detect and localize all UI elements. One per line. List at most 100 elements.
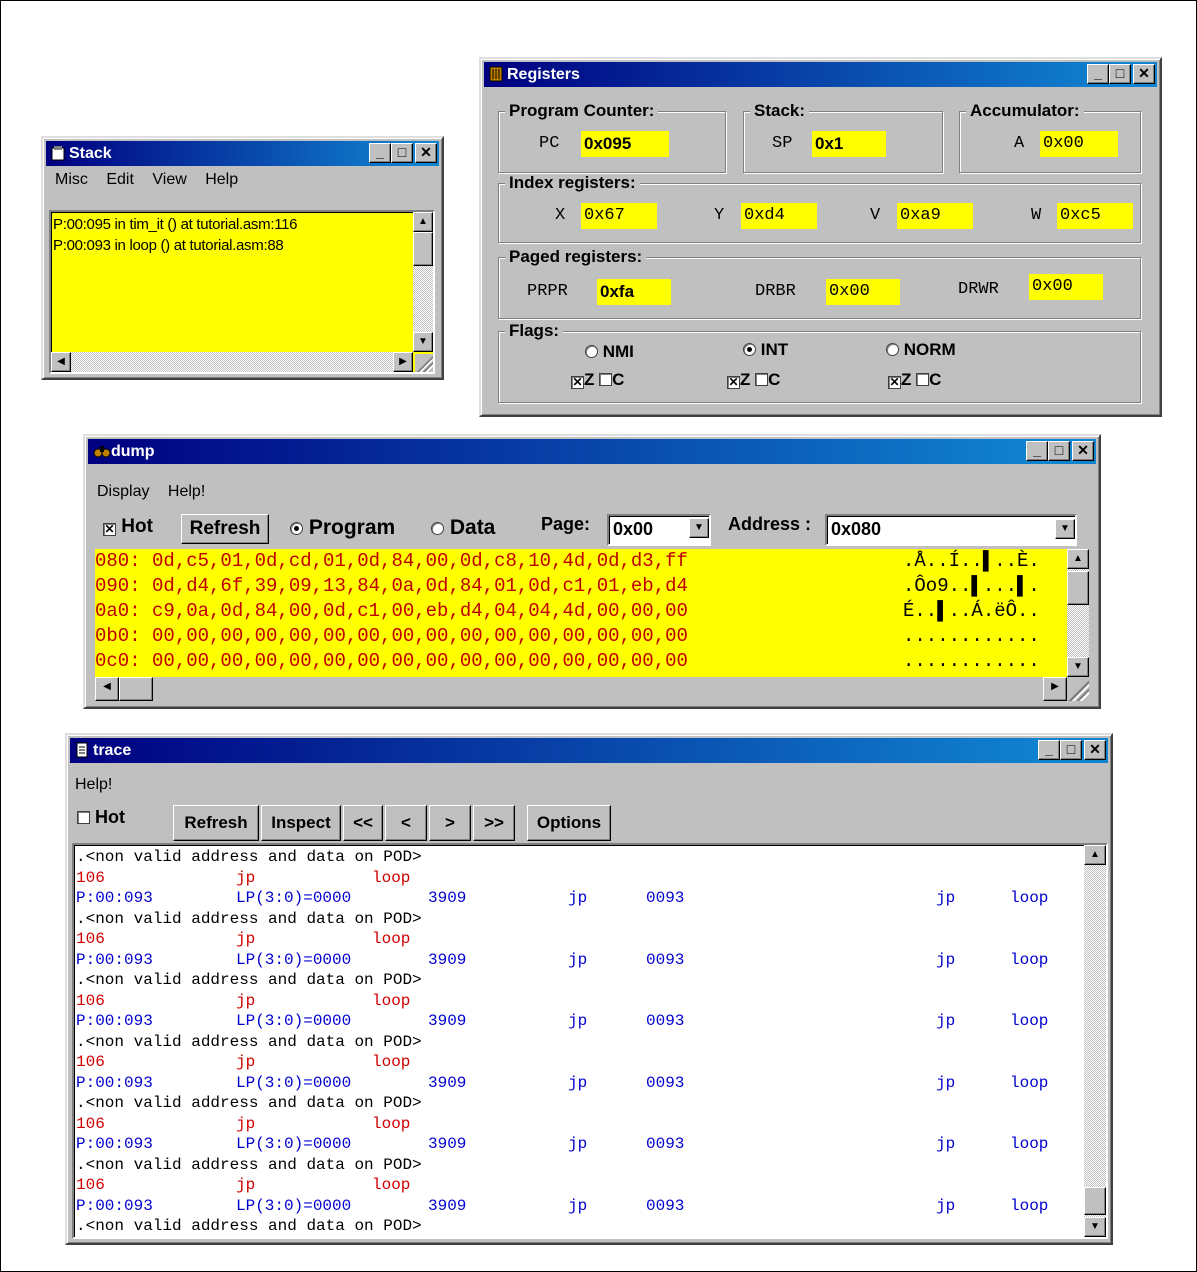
resize-grip-icon[interactable] xyxy=(1067,677,1089,701)
prpr-value[interactable]: 0xfa xyxy=(597,279,671,305)
resize-grip-icon[interactable] xyxy=(415,354,433,372)
trace-refresh-button[interactable]: Refresh xyxy=(173,805,259,841)
scroll-down-icon[interactable]: ▼ xyxy=(413,332,433,352)
radio-icon[interactable] xyxy=(431,522,444,535)
registers-titlebar[interactable]: Registers _ □ ✕ xyxy=(484,62,1157,87)
trace-row[interactable]: P:00:093 LP(3:0)=0000 3909 jp 0093 jp loop xyxy=(76,1134,1082,1155)
checkbox-icon[interactable] xyxy=(77,811,90,824)
maximize-button[interactable]: □ xyxy=(391,143,413,163)
chevron-down-icon[interactable]: ▼ xyxy=(1055,519,1075,539)
stack-hscroll[interactable]: ◀ ▶ xyxy=(51,352,413,372)
dump-row[interactable]: 090: 0d,d4,6f,39,09,13,84,0a,0d,84,01,0d… xyxy=(95,574,1040,599)
pc-value[interactable]: 0x095 xyxy=(581,131,669,157)
trace-row[interactable]: 106 jp loop xyxy=(76,929,1082,950)
dump-row[interactable]: 0c0: 00,00,00,00,00,00,00,00,00,00,00,00… xyxy=(95,649,1040,674)
trace-titlebar[interactable]: trace _ □ ✕ xyxy=(70,738,1108,763)
page-select[interactable]: 0x00 ▼ xyxy=(607,514,711,546)
checkbox-icon[interactable] xyxy=(755,373,769,386)
stack-entry[interactable]: P:00:093 in loop () at tutorial.asm:88 xyxy=(53,235,297,256)
scroll-down-icon[interactable]: ▼ xyxy=(1084,1217,1106,1237)
scroll-left-icon[interactable]: ◀ xyxy=(51,352,71,372)
menu-view[interactable]: View xyxy=(152,171,186,188)
dump-row[interactable]: 0a0: c9,0a,0d,84,00,0d,c1,00,eb,d4,04,04… xyxy=(95,599,1040,624)
scroll-up-icon[interactable]: ▲ xyxy=(413,212,433,232)
checkbox-checked-icon[interactable]: ✕ xyxy=(727,376,740,389)
mode-nmi[interactable]: NMI xyxy=(585,342,634,362)
next-button[interactable]: > xyxy=(429,805,471,841)
scroll-thumb[interactable] xyxy=(119,677,153,701)
minimize-button[interactable]: _ xyxy=(1026,441,1048,461)
stack-list[interactable]: P:00:095 in tim_it () at tutorial.asm:11… xyxy=(49,210,435,374)
scroll-up-icon[interactable]: ▲ xyxy=(1067,549,1089,569)
scroll-left-icon[interactable]: ◀ xyxy=(95,677,119,701)
radio-selected-icon[interactable] xyxy=(290,522,303,535)
chevron-down-icon[interactable]: ▼ xyxy=(689,518,709,538)
dump-titlebar[interactable]: dump _ □ ✕ xyxy=(88,439,1096,464)
menu-help[interactable]: Help! xyxy=(75,776,112,793)
w-value[interactable]: 0xc5 xyxy=(1057,203,1133,229)
trace-row[interactable]: 106 jp loop xyxy=(76,868,1082,889)
radio-data[interactable]: Data xyxy=(431,516,495,540)
trace-row[interactable]: .<non valid address and data on POD> xyxy=(76,1155,1082,1176)
inspect-button[interactable]: Inspect xyxy=(261,805,341,841)
stack-entry[interactable]: P:00:095 in tim_it () at tutorial.asm:11… xyxy=(53,214,298,235)
trace-row[interactable]: P:00:093 LP(3:0)=0000 3909 jp 0093 jp loop xyxy=(76,1073,1082,1094)
sp-value[interactable]: 0x1 xyxy=(812,131,886,157)
menu-edit[interactable]: Edit xyxy=(106,171,134,188)
first-button[interactable]: << xyxy=(343,805,383,841)
trace-row[interactable]: P:00:093 LP(3:0)=0000 3909 jp 0093 jp loop xyxy=(76,888,1082,909)
close-button[interactable]: ✕ xyxy=(415,143,437,163)
dump-row[interactable]: 080: 0d,c5,01,0d,cd,01,0d,84,00,0d,c8,10… xyxy=(95,549,1040,574)
mode-norm[interactable]: NORM xyxy=(886,340,956,360)
minimize-button[interactable]: _ xyxy=(369,143,391,163)
checkbox-icon[interactable] xyxy=(916,373,930,386)
dump-vscroll[interactable]: ▲ ▼ xyxy=(1067,549,1089,677)
trace-row[interactable]: 106 jp loop xyxy=(76,991,1082,1012)
checkbox-checked-icon[interactable]: ✕ xyxy=(888,376,901,389)
dump-refresh-button[interactable]: Refresh xyxy=(181,514,269,544)
trace-row[interactable]: 106 jp loop xyxy=(76,1114,1082,1135)
maximize-button[interactable]: □ xyxy=(1060,740,1082,760)
drwr-value[interactable]: 0x00 xyxy=(1029,274,1103,300)
trace-row[interactable]: .<non valid address and data on POD> xyxy=(76,970,1082,991)
radio-selected-icon[interactable] xyxy=(743,343,756,356)
checkbox-checked-icon[interactable]: ✕ xyxy=(571,376,584,389)
dump-hscroll[interactable]: ◀ ▶ xyxy=(95,677,1067,701)
trace-row[interactable]: P:00:093 LP(3:0)=0000 3909 jp 0093 jp loop xyxy=(76,1011,1082,1032)
maximize-button[interactable]: □ xyxy=(1109,64,1131,84)
trace-row[interactable]: .<non valid address and data on POD> xyxy=(76,909,1082,930)
prev-button[interactable]: < xyxy=(385,805,427,841)
trace-row[interactable]: .<non valid address and data on POD> xyxy=(76,1093,1082,1114)
scroll-right-icon[interactable]: ▶ xyxy=(1043,677,1067,701)
close-button[interactable]: ✕ xyxy=(1133,64,1155,84)
x-value[interactable]: 0x67 xyxy=(581,203,657,229)
trace-row[interactable]: .<non valid address and data on POD> xyxy=(76,1216,1082,1237)
mode-int[interactable]: INT xyxy=(743,340,788,360)
stack-vscroll[interactable]: ▲ ▼ xyxy=(413,212,433,352)
checkbox-checked-icon[interactable]: ✕ xyxy=(103,523,116,536)
drbr-value[interactable]: 0x00 xyxy=(826,279,900,305)
scroll-thumb[interactable] xyxy=(1084,1187,1106,1215)
maximize-button[interactable]: □ xyxy=(1048,441,1070,461)
scroll-thumb[interactable] xyxy=(1067,571,1089,605)
radio-program[interactable]: Program xyxy=(290,516,395,540)
v-value[interactable]: 0xa9 xyxy=(897,203,973,229)
trace-row[interactable]: 106 jp loop xyxy=(76,1052,1082,1073)
minimize-button[interactable]: _ xyxy=(1038,740,1060,760)
close-button[interactable]: ✕ xyxy=(1072,441,1094,461)
trace-row[interactable]: 106 jp loop xyxy=(76,1175,1082,1196)
trace-view[interactable]: .<non valid address and data on POD> 106 j… xyxy=(72,843,1108,1239)
scroll-down-icon[interactable]: ▼ xyxy=(1067,657,1089,677)
a-value[interactable]: 0x00 xyxy=(1040,131,1118,157)
y-value[interactable]: 0xd4 xyxy=(741,203,817,229)
options-button[interactable]: Options xyxy=(527,805,611,841)
trace-row[interactable]: .<non valid address and data on POD> xyxy=(76,847,1082,868)
checkbox-icon[interactable] xyxy=(599,373,613,386)
trace-row[interactable]: P:00:093 LP(3:0)=0000 3909 jp 0093 jp loop xyxy=(76,1196,1082,1217)
address-select[interactable]: 0x080 ▼ xyxy=(825,514,1077,546)
stack-titlebar[interactable]: Stack _ □ ✕ xyxy=(46,141,439,166)
dump-view[interactable]: 080: 0d,c5,01,0d,cd,01,0d,84,00,0d,c8,10… xyxy=(93,547,1091,703)
trace-row[interactable]: .<non valid address and data on POD> xyxy=(76,1032,1082,1053)
close-button[interactable]: ✕ xyxy=(1084,740,1106,760)
dump-row[interactable]: 0b0: 00,00,00,00,00,00,00,00,00,00,00,00… xyxy=(95,624,1040,649)
